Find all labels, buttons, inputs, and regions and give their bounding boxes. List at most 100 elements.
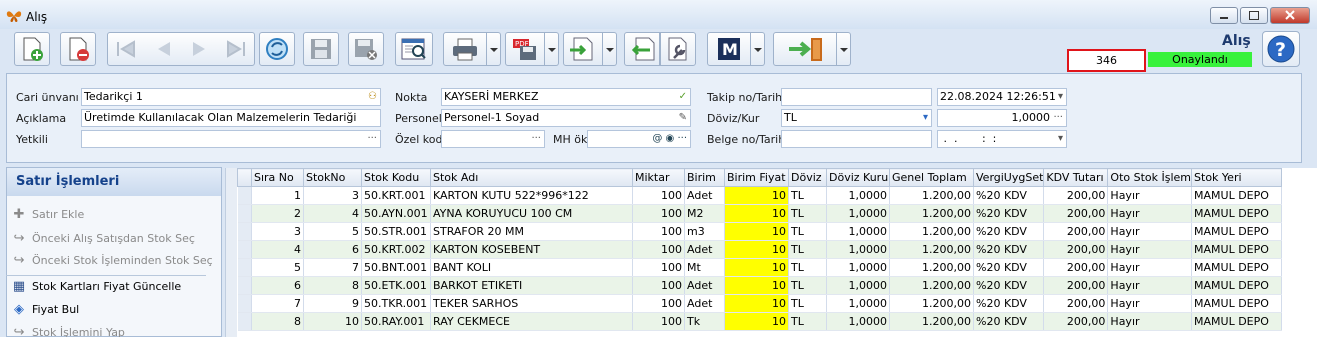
table-cell[interactable]: 3 bbox=[303, 186, 362, 205]
print-button[interactable] bbox=[443, 32, 487, 66]
column-header[interactable]: Stok Kodu bbox=[361, 168, 431, 187]
chevron-down-icon[interactable]: ▾ bbox=[1058, 131, 1063, 147]
table-cell[interactable]: 50.AYN.001 bbox=[361, 204, 431, 223]
table-row[interactable]: 6 8 50.ETK.001 BARKOT ETIKETI 100 Adet 10 TL 1,0… bbox=[237, 276, 1283, 295]
table-cell[interactable]: 50.TKR.001 bbox=[361, 294, 431, 313]
column-header[interactable]: Oto Stok İşlem bbox=[1107, 168, 1193, 187]
fiyat-guncelle-item[interactable]: ▦ Stok Kartları Fiyat Güncelle bbox=[10, 276, 181, 296]
column-header[interactable]: Birim Fiyat bbox=[724, 168, 789, 187]
table-cell[interactable]: 50.BNT.001 bbox=[361, 258, 431, 277]
satir-ekle-item[interactable]: ✚ Satır Ekle bbox=[10, 204, 85, 224]
row-selector[interactable] bbox=[237, 204, 252, 223]
table-cell[interactable]: 200,00 bbox=[1043, 240, 1109, 259]
table-cell[interactable]: KARTON KOSEBENT bbox=[430, 240, 633, 259]
table-cell[interactable]: Hayır bbox=[1107, 240, 1193, 259]
doviz-select[interactable]: TL ▾ bbox=[781, 109, 932, 127]
table-cell[interactable]: Hayır bbox=[1107, 222, 1193, 241]
table-cell[interactable]: KARTON KUTU 522*996*122 bbox=[430, 186, 633, 205]
table-cell[interactable]: 1.200,00 bbox=[889, 222, 974, 241]
table-cell[interactable]: 1,0000 bbox=[826, 294, 890, 313]
table-cell[interactable]: 7 bbox=[251, 294, 304, 313]
table-cell[interactable]: 50.KRT.001 bbox=[361, 186, 431, 205]
table-cell[interactable]: 10 bbox=[303, 312, 362, 331]
stok-islemi-item[interactable]: ↪ Stok İşlemini Yap bbox=[10, 322, 125, 337]
table-cell[interactable]: 100 bbox=[632, 186, 685, 205]
table-cell[interactable]: 200,00 bbox=[1043, 312, 1109, 331]
table-cell[interactable]: Adet bbox=[684, 186, 725, 205]
maximize-button[interactable] bbox=[1240, 7, 1268, 24]
table-cell[interactable]: STRAFOR 20 MM bbox=[430, 222, 633, 241]
table-cell[interactable]: TL bbox=[788, 186, 827, 205]
table-cell[interactable]: %20 KDV bbox=[973, 312, 1045, 331]
table-cell[interactable]: AYNA KORUYUCU 100 CM bbox=[430, 204, 633, 223]
table-cell[interactable]: 10 bbox=[724, 276, 789, 295]
table-cell[interactable]: 1,0000 bbox=[826, 258, 890, 277]
row-selector[interactable] bbox=[237, 240, 252, 259]
table-cell[interactable]: TL bbox=[788, 276, 827, 295]
print-dropdown[interactable] bbox=[487, 32, 501, 66]
table-cell[interactable]: 2 bbox=[251, 204, 304, 223]
ellipsis-icon[interactable]: ··· bbox=[531, 131, 541, 147]
table-cell[interactable]: Hayır bbox=[1107, 276, 1193, 295]
row-selector[interactable] bbox=[237, 222, 252, 241]
at-eye-icon[interactable]: @ ◉ ··· bbox=[652, 131, 687, 147]
ellipsis-icon[interactable]: ··· bbox=[1053, 110, 1063, 126]
table-cell[interactable]: 200,00 bbox=[1043, 294, 1109, 313]
next-record-icon[interactable] bbox=[186, 39, 212, 59]
table-cell[interactable]: BANT KOLI bbox=[430, 258, 633, 277]
table-row[interactable]: 5 7 50.BNT.001 BANT KOLI 100 Mt 10 TL 1,0000 1.20… bbox=[237, 258, 1283, 277]
table-cell[interactable]: TL bbox=[788, 204, 827, 223]
table-cell[interactable]: 1.200,00 bbox=[889, 204, 974, 223]
table-cell[interactable]: 1,0000 bbox=[826, 186, 890, 205]
table-cell[interactable]: M2 bbox=[684, 204, 725, 223]
table-cell[interactable]: 1.200,00 bbox=[889, 312, 974, 331]
check-icon[interactable]: ✓ bbox=[679, 89, 687, 105]
table-cell[interactable]: 100 bbox=[632, 276, 685, 295]
table-cell[interactable]: BARKOT ETIKETI bbox=[430, 276, 633, 295]
table-cell[interactable]: 1,0000 bbox=[826, 240, 890, 259]
table-cell[interactable]: 6 bbox=[251, 276, 304, 295]
table-cell[interactable]: 200,00 bbox=[1043, 222, 1109, 241]
export-dropdown[interactable] bbox=[603, 32, 617, 66]
table-cell[interactable]: 100 bbox=[632, 258, 685, 277]
table-cell[interactable]: %20 KDV bbox=[973, 240, 1045, 259]
table-cell[interactable]: %20 KDV bbox=[973, 276, 1045, 295]
table-cell[interactable]: 10 bbox=[724, 240, 789, 259]
table-cell[interactable]: 100 bbox=[632, 204, 685, 223]
aciklama-field[interactable]: Üretimde Kullanılacak Olan Malzemelerin … bbox=[81, 109, 381, 127]
table-cell[interactable]: Hayır bbox=[1107, 186, 1193, 205]
row-selector[interactable] bbox=[237, 258, 252, 277]
delete-document-button[interactable] bbox=[60, 32, 96, 66]
column-header[interactable]: VergiUygSet bbox=[972, 168, 1045, 187]
table-cell[interactable]: MAMUL DEPO bbox=[1191, 240, 1283, 259]
table-cell[interactable]: TL bbox=[788, 312, 827, 331]
column-header[interactable]: Stok Yeri bbox=[1191, 168, 1283, 187]
table-cell[interactable]: 200,00 bbox=[1043, 186, 1109, 205]
pdf-save-button[interactable]: PDF bbox=[505, 32, 545, 66]
table-cell[interactable]: TL bbox=[788, 240, 827, 259]
m-menu-button[interactable]: M bbox=[707, 32, 751, 66]
table-cell[interactable]: 50.STR.001 bbox=[361, 222, 431, 241]
refresh-button[interactable] bbox=[259, 32, 295, 66]
table-cell[interactable]: Adet bbox=[684, 294, 725, 313]
table-cell[interactable]: Tk bbox=[684, 312, 725, 331]
import-button[interactable] bbox=[624, 32, 660, 66]
new-document-button[interactable] bbox=[14, 32, 50, 66]
table-cell[interactable]: 200,00 bbox=[1043, 276, 1109, 295]
table-cell[interactable]: 10 bbox=[724, 258, 789, 277]
takip-date-field[interactable]: 22.08.2024 12:26:51 ▾ bbox=[937, 88, 1067, 106]
person-search-icon[interactable]: ✎ bbox=[679, 110, 687, 126]
table-cell[interactable]: %20 KDV bbox=[973, 258, 1045, 277]
table-row[interactable]: 1 3 50.KRT.001 KARTON KUTU 522*996*122 100 Ad… bbox=[237, 186, 1283, 205]
previous-record-icon[interactable] bbox=[150, 39, 176, 59]
table-cell[interactable]: MAMUL DEPO bbox=[1191, 276, 1283, 295]
table-cell[interactable]: 100 bbox=[632, 222, 685, 241]
table-cell[interactable]: MAMUL DEPO bbox=[1191, 258, 1283, 277]
table-cell[interactable]: 9 bbox=[303, 294, 362, 313]
table-cell[interactable]: %20 KDV bbox=[973, 186, 1045, 205]
table-cell[interactable]: Adet bbox=[684, 276, 725, 295]
export-button[interactable] bbox=[563, 32, 603, 66]
table-cell[interactable]: 1,0000 bbox=[826, 312, 890, 331]
ellipsis-icon[interactable]: ··· bbox=[367, 131, 377, 147]
table-cell[interactable]: 7 bbox=[303, 258, 362, 277]
